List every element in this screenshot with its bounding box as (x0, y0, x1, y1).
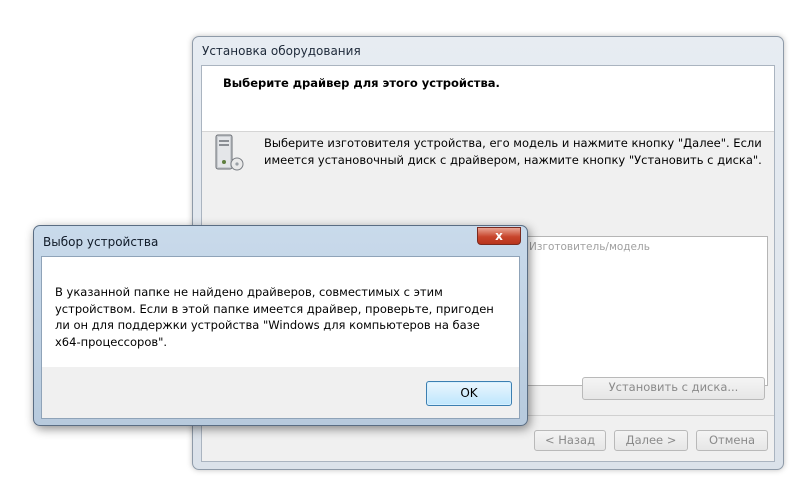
close-icon[interactable]: x (477, 227, 521, 245)
manufacturer-list[interactable]: Изготовитель/модель (522, 236, 768, 386)
cancel-button[interactable]: Отмена (696, 430, 768, 451)
back-button[interactable]: < Назад (534, 430, 606, 451)
wizard-heading: Выберите драйвер для этого устройства. (223, 76, 500, 90)
dialog-message: В указанной папке не найдено драйверов, … (55, 285, 494, 349)
dialog-body: В указанной папке не найдено драйверов, … (41, 256, 520, 419)
wizard-description: Выберите изготовителя устройства, его мо… (264, 136, 762, 167)
wizard-title: Установка оборудования (202, 44, 361, 58)
wizard-header: Выберите драйвер для этого устройства. (202, 66, 774, 132)
dialog-message-area: В указанной папке не найдено драйверов, … (42, 257, 519, 367)
manufacturer-list-header: Изготовитель/модель (529, 241, 650, 253)
hardware-device-icon (210, 133, 246, 173)
dialog-title: Выбор устройства (43, 235, 159, 249)
ok-button[interactable]: OK (426, 381, 512, 406)
next-button[interactable]: Далее > (614, 430, 688, 451)
have-disk-button[interactable]: Установить с диска... (582, 377, 765, 400)
device-selection-dialog: Выбор устройства x В указанной папке не … (33, 225, 528, 426)
